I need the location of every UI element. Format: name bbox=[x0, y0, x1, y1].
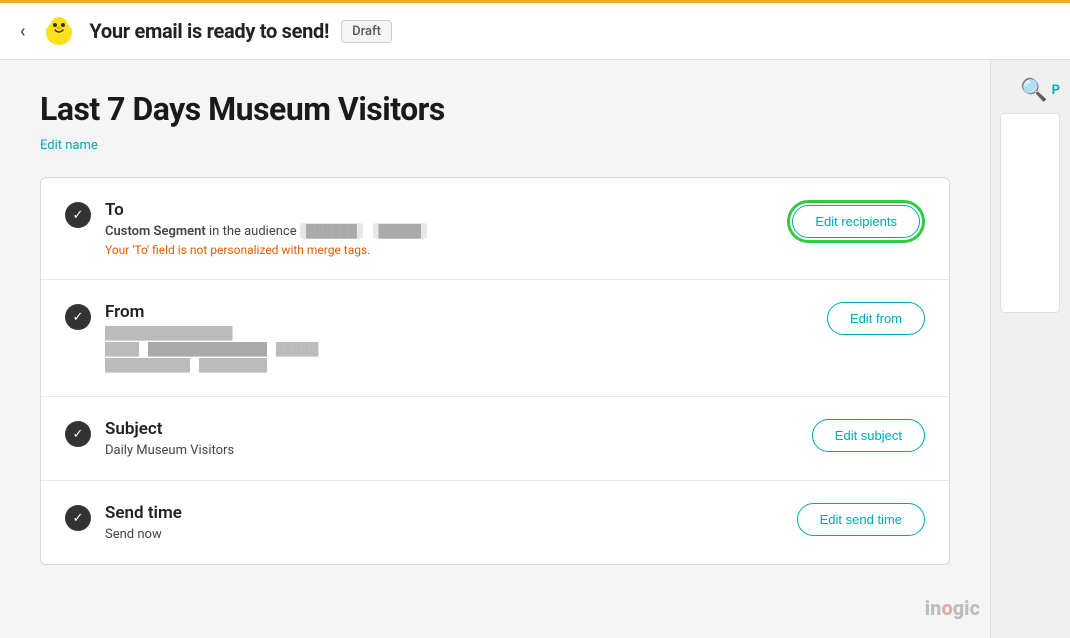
preview-box bbox=[1000, 113, 1060, 313]
edit-from-button[interactable]: Edit from bbox=[827, 302, 925, 335]
from-detail2: █████ bbox=[276, 342, 319, 356]
card-content-from: From ███████████████ ████ ██████████████… bbox=[105, 302, 807, 374]
content-area: Last 7 Days Museum Visitors Edit name ✓ … bbox=[0, 60, 990, 638]
audience-name-blur2: █████ bbox=[373, 223, 428, 239]
check-icon-to: ✓ bbox=[65, 202, 91, 228]
audience-name-blur: ██████ bbox=[300, 223, 363, 239]
card-content-to: To Custom Segment in the audience ██████… bbox=[105, 200, 767, 257]
card-warning-to: Your 'To' field is not personalized with… bbox=[105, 243, 767, 257]
card-title-from: From bbox=[105, 302, 807, 322]
from-email: ███████████████ bbox=[105, 326, 233, 340]
right-panel: 🔍 P bbox=[990, 60, 1070, 638]
from-detail4: ████████ bbox=[199, 358, 267, 372]
from-detail-text: ██████████████ bbox=[148, 342, 267, 356]
search-icon[interactable]: 🔍 bbox=[1020, 78, 1047, 103]
card-row-subject: ✓ Subject Daily Museum Visitors Edit sub… bbox=[41, 397, 949, 481]
card-title-subject: Subject bbox=[105, 419, 792, 439]
card-subtitle-subject: Daily Museum Visitors bbox=[105, 443, 792, 458]
edit-send-time-button[interactable]: Edit send time bbox=[797, 503, 925, 536]
mailchimp-logo bbox=[41, 13, 77, 49]
card-action-subject: Edit subject bbox=[812, 419, 925, 452]
from-detail-blur2: ██████████ ████████ bbox=[105, 358, 807, 372]
card-content-send-time: Send time Send now bbox=[105, 503, 777, 542]
card-row-to: ✓ To Custom Segment in the audience ████… bbox=[41, 178, 949, 280]
cards-container: ✓ To Custom Segment in the audience ████… bbox=[40, 177, 950, 565]
card-title-send-time: Send time bbox=[105, 503, 777, 523]
header: ‹ Your email is ready to send! Draft bbox=[0, 0, 1070, 60]
draft-badge: Draft bbox=[341, 20, 392, 43]
card-row-from: ✓ From ███████████████ ████ ████████████… bbox=[41, 280, 949, 397]
check-icon-send-time: ✓ bbox=[65, 505, 91, 531]
card-action-from: Edit from bbox=[827, 302, 925, 335]
card-subtitle-to: Custom Segment in the audience ██████ ██… bbox=[105, 224, 767, 239]
segment-label: Custom Segment bbox=[105, 224, 206, 239]
card-action-send-time: Edit send time bbox=[797, 503, 925, 536]
from-detail1: ████ bbox=[105, 342, 139, 356]
green-outline-box: Edit recipients bbox=[787, 200, 925, 243]
card-row-send-time: ✓ Send time Send now Edit send time bbox=[41, 481, 949, 564]
card-subtitle-send-time: Send now bbox=[105, 527, 777, 542]
from-detail-blur: ████ ██████████████ █████ bbox=[105, 342, 807, 356]
main-content: Last 7 Days Museum Visitors Edit name ✓ … bbox=[0, 60, 1070, 638]
campaign-name: Last 7 Days Museum Visitors bbox=[40, 90, 950, 128]
edit-name-link[interactable]: Edit name bbox=[40, 138, 98, 153]
card-title-to: To bbox=[105, 200, 767, 220]
check-icon-from: ✓ bbox=[65, 304, 91, 330]
header-title: Your email is ready to send! bbox=[89, 19, 329, 43]
from-email-blur: ███████████████ bbox=[105, 326, 807, 340]
check-icon-subject: ✓ bbox=[65, 421, 91, 447]
search-area: 🔍 P bbox=[1020, 78, 1060, 103]
from-lines: ███████████████ ████ ██████████████ ████… bbox=[105, 326, 807, 372]
card-action-to: Edit recipients bbox=[787, 200, 925, 243]
in-the-audience-text: in the audience bbox=[209, 224, 300, 239]
edit-recipients-button[interactable]: Edit recipients bbox=[792, 205, 920, 238]
from-detail3: ██████████ bbox=[105, 358, 190, 372]
card-content-subject: Subject Daily Museum Visitors bbox=[105, 419, 792, 458]
search-label: P bbox=[1052, 83, 1060, 98]
back-button[interactable]: ‹ bbox=[20, 21, 25, 42]
edit-subject-button[interactable]: Edit subject bbox=[812, 419, 925, 452]
